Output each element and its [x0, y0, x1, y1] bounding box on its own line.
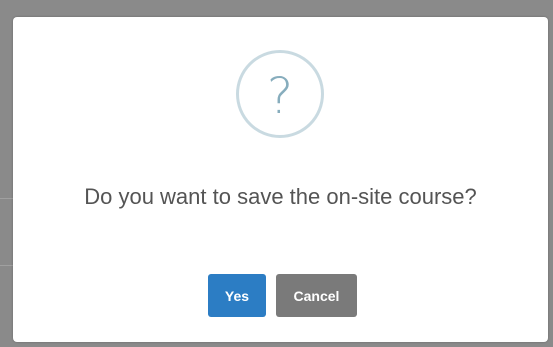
yes-button[interactable]: Yes — [208, 274, 266, 317]
background-divider — [0, 265, 13, 266]
question-mark-glyph: ? — [266, 67, 294, 125]
dialog-message: Do you want to save the on-site course? — [84, 184, 477, 209]
cancel-button[interactable]: Cancel — [276, 274, 357, 317]
confirm-dialog: ? Do you want to save the on-site course… — [13, 17, 548, 342]
question-mark-icon: ? — [236, 50, 324, 138]
background-divider — [0, 198, 13, 199]
